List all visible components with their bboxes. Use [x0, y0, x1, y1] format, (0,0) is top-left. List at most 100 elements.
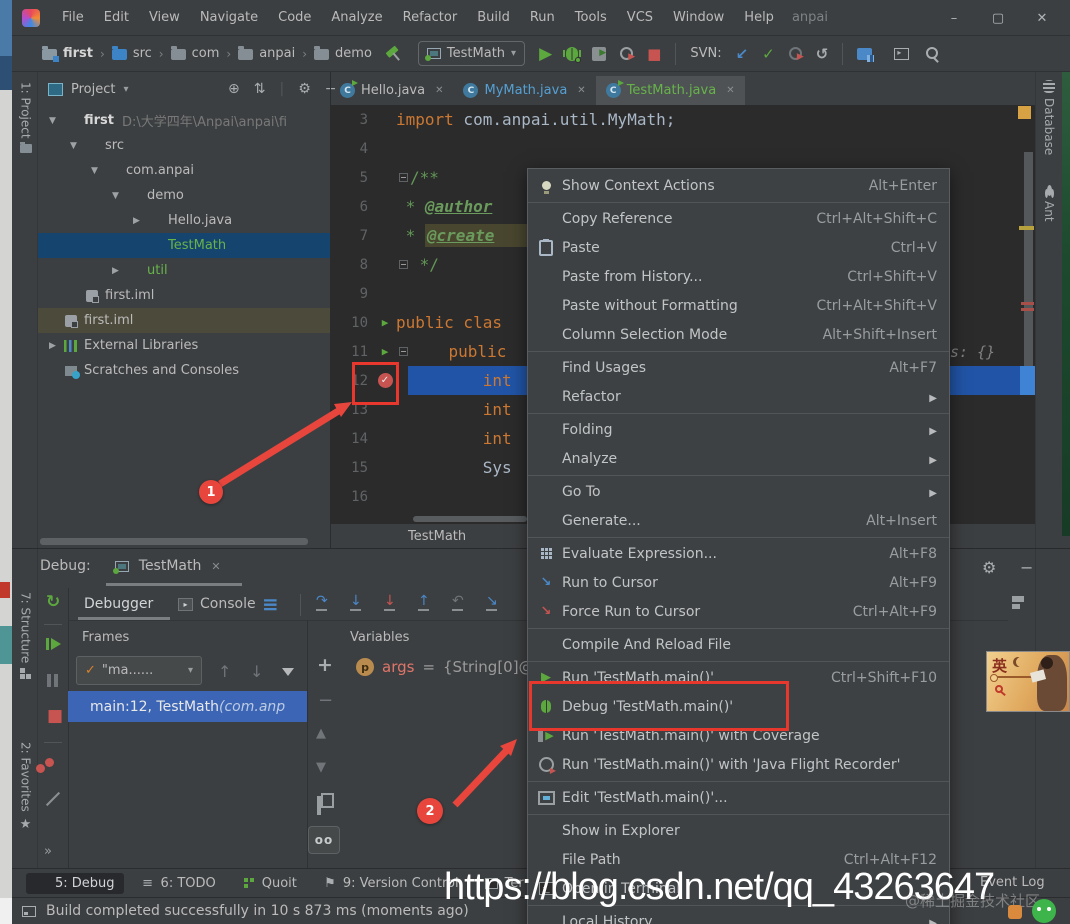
context-menu-item[interactable] [528, 350, 949, 352]
breadcrumb[interactable]: demo › [314, 46, 372, 61]
context-menu-item[interactable]: Local History [528, 907, 949, 924]
tree-row[interactable]: ▼ first D:\大学四年\Anpai\anpai\fi [38, 108, 330, 133]
tree-expand-arrow[interactable]: ▼ [107, 191, 124, 201]
run-button[interactable]: ▶ [539, 44, 552, 64]
move-watch-up-icon[interactable]: ▲ [316, 726, 326, 741]
fold-marker[interactable] [396, 260, 410, 269]
context-menu-item[interactable]: Refactor [528, 382, 949, 411]
stripe-structure-button[interactable]: 7: Structure [13, 592, 38, 680]
tree-row[interactable]: Scratches and Consoles [38, 358, 330, 383]
minimize-button[interactable]: – [932, 11, 976, 26]
context-menu-item[interactable]: Analyze [528, 444, 949, 473]
editor-tab[interactable]: C Hello.java ✕ [330, 76, 453, 105]
tree-expand-arrow[interactable]: ▼ [65, 141, 82, 151]
debug-button[interactable] [563, 46, 582, 63]
context-menu-item[interactable]: Run to Cursor Alt+F9 [528, 568, 949, 597]
settings-gear-icon[interactable]: ⚙ [298, 81, 311, 97]
stripe-marker[interactable] [1021, 308, 1034, 311]
context-menu-item[interactable]: Paste without Formatting Ctrl+Alt+Shift+… [528, 291, 949, 320]
fold-marker[interactable] [396, 173, 410, 182]
context-menu-item[interactable] [528, 660, 949, 662]
menu-bar-item[interactable]: Tools [565, 7, 617, 28]
toolwindow-dock-icon[interactable] [22, 905, 36, 917]
context-menu-item[interactable]: Force Run to Cursor Ctrl+Alt+F9 [528, 597, 949, 626]
collapse-all-button[interactable]: ⇅ [254, 81, 266, 97]
debug-session-tab[interactable]: TestMath [139, 558, 202, 574]
tree-expand-arrow[interactable]: ▶ [107, 266, 124, 276]
tree-expand-arrow[interactable]: ▼ [44, 116, 61, 126]
code-line[interactable]: 3 import com.anpai.util.MyMath; [330, 105, 1035, 134]
menu-bar-item[interactable]: Code [268, 7, 321, 28]
close-tab-icon[interactable]: ✕ [726, 85, 734, 96]
breadcrumb[interactable]: com › [170, 46, 239, 61]
context-menu-item[interactable] [528, 780, 949, 782]
stripe-database-button[interactable]: Database [1037, 80, 1061, 155]
context-menu-item[interactable]: Compile And Reload File [528, 630, 949, 659]
menu-bar-item[interactable]: Window [663, 7, 734, 28]
resume-button[interactable] [46, 638, 61, 650]
changes-view-button[interactable] [857, 47, 875, 62]
move-watch-down-icon[interactable]: ▼ [316, 760, 326, 775]
close-tab-icon[interactable]: ✕ [577, 85, 585, 96]
stop-debug-button[interactable]: ■ [47, 706, 63, 726]
tool-window-button[interactable]: 6: TODO [132, 873, 225, 894]
context-menu-item[interactable] [528, 536, 949, 538]
context-menu-item[interactable]: Show Context Actions Alt+Enter [528, 171, 949, 200]
tree-row[interactable]: ▼ com.anpai [38, 158, 330, 183]
context-menu-item[interactable]: Generate... Alt+Insert [528, 506, 949, 535]
breadcrumb[interactable]: src › [111, 46, 171, 61]
search-everywhere-button[interactable] [925, 46, 940, 61]
context-menu-item[interactable]: Evaluate Expression... Alt+F8 [528, 539, 949, 568]
more-actions-button[interactable]: » [44, 844, 52, 859]
pause-button[interactable] [47, 674, 58, 687]
menu-bar-item[interactable]: Run [520, 7, 565, 28]
tree-row[interactable]: ▼ src [38, 133, 330, 158]
context-menu-item[interactable] [528, 627, 949, 629]
breadcrumb[interactable]: anpai › [238, 46, 314, 61]
menu-bar-item[interactable]: Navigate [190, 7, 268, 28]
context-menu-item[interactable]: Edit 'TestMath.main()'... [528, 783, 949, 812]
tool-window-button[interactable]: Quoit [233, 873, 306, 894]
context-menu-item[interactable]: Show in Explorer [528, 816, 949, 845]
editor-tab[interactable]: C MyMath.java ✕ [453, 76, 595, 105]
vcs-history-button[interactable] [788, 47, 804, 62]
step-over-icon[interactable]: ↷ [316, 594, 328, 611]
stripe-project-button[interactable]: 1: Project [13, 82, 38, 153]
tree-row[interactable]: first.iml [38, 308, 330, 333]
context-menu-item[interactable] [528, 201, 949, 203]
code-line[interactable]: 4 [330, 134, 1035, 163]
rerun-button[interactable]: ↻ [46, 592, 60, 612]
breadcrumb[interactable]: first › [42, 46, 112, 62]
tree-expand-arrow[interactable]: ▼ [86, 166, 103, 176]
step-out-icon[interactable]: ↑ [418, 594, 430, 611]
context-menu-item[interactable] [528, 412, 949, 414]
context-menu-item[interactable]: Paste from History... Ctrl+Shift+V [528, 262, 949, 291]
threads-view-icon[interactable]: ≡ [262, 592, 279, 616]
frame-down-icon[interactable]: ↓ [250, 662, 263, 681]
vcs-commit-button[interactable]: ✓ [762, 45, 775, 63]
tool-window-button[interactable]: 5: Debug [26, 872, 124, 894]
menu-bar-item[interactable]: View [139, 7, 190, 28]
error-stripe-top-marker[interactable] [1018, 106, 1031, 119]
menu-bar-item[interactable]: Edit [94, 7, 139, 28]
context-menu-item[interactable]: Column Selection Mode Alt+Shift+Insert [528, 320, 949, 349]
maximize-button[interactable]: ▢ [976, 11, 1020, 26]
editor-tab[interactable]: C TestMath.java ✕ [595, 76, 745, 105]
tree-row[interactable]: ▶ Hello.java [38, 208, 330, 233]
tab-console[interactable]: Console [200, 596, 256, 612]
context-menu-item[interactable]: Run 'TestMath.main()' with 'Java Flight … [528, 750, 949, 779]
menu-bar-item[interactable]: VCS [617, 7, 663, 28]
gutter-mark[interactable] [374, 345, 396, 358]
stripe-favorites-button[interactable]: 2: Favorites ★ [13, 742, 38, 832]
vcs-rollback-button[interactable]: ↺ [816, 45, 829, 63]
force-step-into-icon[interactable]: ↓ [384, 594, 396, 611]
fold-marker[interactable] [396, 347, 410, 356]
show-watches-toggle[interactable]: oo [308, 826, 340, 854]
debug-settings-gear-icon[interactable]: ⚙ [982, 558, 996, 577]
stripe-marker[interactable] [1021, 302, 1034, 305]
context-menu-item[interactable]: Copy Reference Ctrl+Alt+Shift+C [528, 204, 949, 233]
duplicate-watch-icon[interactable] [317, 796, 321, 815]
project-hscrollbar[interactable] [40, 538, 308, 545]
editor-hscrollbar[interactable] [413, 516, 527, 522]
close-session-icon[interactable]: ✕ [211, 560, 220, 573]
